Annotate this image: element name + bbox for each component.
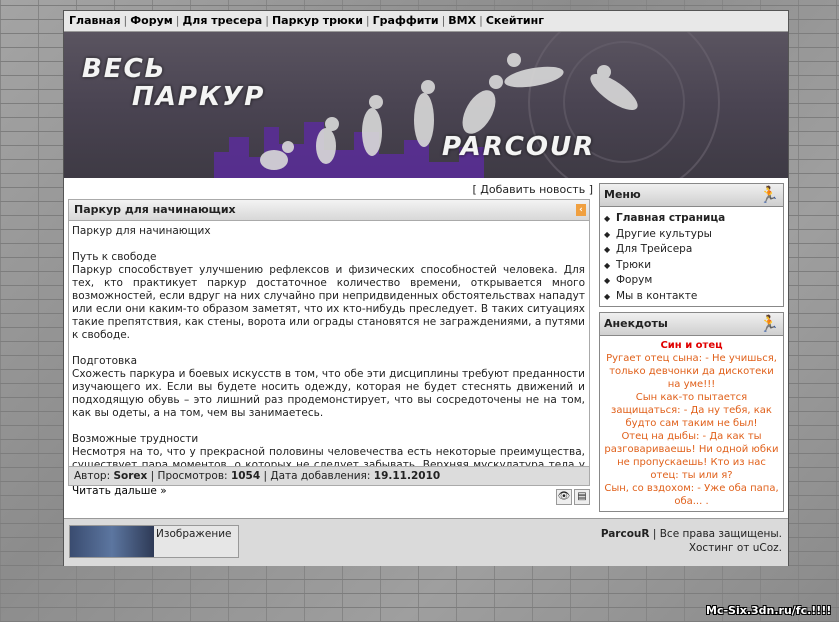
banner-title-2: ПАРКУР — [132, 82, 266, 112]
menu-box: Меню 🏃 ◆ Главная страница ◆ Другие культур… — [599, 183, 784, 307]
author-label: Автор: — [74, 470, 111, 482]
menu-item-tricks[interactable]: ◆ Трюки — [604, 258, 783, 274]
footer: Изображение ParcouR | Все права защищены… — [64, 518, 788, 566]
read-more-link[interactable]: Читать дальше » — [72, 485, 167, 497]
joke-title: Син и отец — [660, 340, 723, 351]
author-name[interactable]: Sorex — [113, 470, 147, 482]
banner-title-1: ВЕСЬ — [82, 54, 167, 84]
menu-item-other-cultures[interactable]: ◆ Другие культуры — [604, 227, 783, 243]
header-banner: ВЕСЬ ПАРКУР PARCOUR — [64, 32, 788, 178]
nav-forum[interactable]: Форум — [130, 14, 173, 27]
menu-title: Меню — [604, 188, 641, 201]
section-2-text: Схожесть паркура и боевых искусств в том… — [72, 368, 585, 419]
rights-text: Все права защищены. — [659, 528, 782, 540]
runner-icon: 🏃 — [759, 185, 779, 204]
menu-header: Меню 🏃 — [600, 184, 783, 207]
hosting-text: Хостинг от uCoz. — [688, 542, 782, 554]
nav-bmx[interactable]: BMX — [448, 14, 476, 27]
article-body: Паркур для начинающих Путь к свободе Парк… — [69, 221, 589, 498]
top-navigation: Главная | Форум | Для тресера | Паркур трюки | Г… — [64, 11, 788, 32]
article-section-1: Путь к свободе Паркур способствует улучше… — [72, 251, 585, 342]
article-intro: Паркур для начинающих — [72, 225, 211, 237]
add-news-link[interactable]: Добавить новость — [480, 183, 585, 196]
section-2-heading: Подготовка — [72, 355, 138, 367]
menu-item-forum[interactable]: ◆ Форум — [604, 273, 783, 289]
page-container: Главная | Форум | Для тресера | Паркур трюки | Г… — [63, 10, 789, 566]
site-name: ParcouR — [600, 528, 650, 540]
banner-title-3: PARCOUR — [442, 132, 596, 162]
watermark-text: Mc-Six.3dn.ru/fc.!!!! — [706, 604, 832, 617]
date-value: 19.11.2010 — [373, 470, 441, 482]
menu-item-vk[interactable]: ◆ Мы в контакте — [604, 289, 783, 305]
article-tools: 👁 ▤ — [554, 489, 590, 505]
nav-skating[interactable]: Скейтинг — [486, 14, 544, 27]
article-section-2: Подготовка Схожесть паркура и боевых иску… — [72, 355, 585, 420]
joke-line: Ругает отец сына: - Не учишься, только д… — [606, 353, 777, 390]
menu-list: ◆ Главная страница ◆ Другие культуры ◆ Для … — [600, 207, 783, 308]
nav-tracer[interactable]: Для тресера — [183, 14, 263, 27]
jokes-title: Анекдоты — [604, 317, 668, 330]
joke-line: Отец на дыбы: - Да как ты разговариваешь… — [604, 431, 779, 481]
section-3-heading: Возможные трудности — [72, 433, 199, 445]
article-header: Паркур для начинающих ‹ — [69, 200, 589, 221]
section-1-heading: Путь к свободе — [72, 251, 157, 263]
copyright: ParcouR | Все права защищены. Хостинг от… — [600, 528, 782, 554]
footer-image-box: Изображение — [69, 525, 239, 558]
article-title[interactable]: Паркур для начинающих — [74, 203, 236, 216]
image-label: Изображение — [156, 528, 232, 540]
menu-item-tracer[interactable]: ◆ Для Трейсера — [604, 242, 783, 258]
nav-home[interactable]: Главная — [69, 14, 121, 27]
views-count: 1054 — [230, 470, 261, 482]
nav-graffiti[interactable]: Граффити — [373, 14, 439, 27]
print-icon[interactable]: ▤ — [574, 489, 590, 505]
section-1-text: Паркур способствует улучшению рефлексов … — [72, 264, 585, 341]
joke-line: Сын как-то пытается защищаться: - Да ну … — [611, 392, 772, 429]
add-news-link-wrap: [ Добавить новость ] — [472, 183, 593, 196]
menu-item-home[interactable]: ◆ Главная страница — [604, 211, 783, 227]
nav-tricks[interactable]: Паркур трюки — [272, 14, 363, 27]
main-area: [ Добавить новость ] Паркур для начинающ… — [64, 178, 788, 518]
view-icon[interactable]: 👁 — [556, 489, 572, 505]
article-meta: Автор: Sorex | Просмотров: 1054 | Дата д… — [69, 466, 589, 485]
jokes-box: Анекдоты 🏃 Син и отец Ругает отец сына: … — [599, 312, 784, 512]
date-label: Дата добавления: — [270, 470, 371, 482]
views-label: Просмотров: — [157, 470, 228, 482]
jokes-header: Анекдоты 🏃 — [600, 313, 783, 336]
news-article: Паркур для начинающих ‹ Паркур для начин… — [68, 199, 590, 497]
collapse-icon[interactable]: ‹ — [576, 204, 586, 216]
runner-icon: 🏃 — [759, 314, 779, 333]
joke-text: Син и отец Ругает отец сына: - Не учишьс… — [600, 336, 783, 511]
joke-line: Сын, со вздохом: - Уже оба папа, оба... … — [604, 483, 779, 507]
footer-thumbnail[interactable] — [70, 526, 154, 557]
